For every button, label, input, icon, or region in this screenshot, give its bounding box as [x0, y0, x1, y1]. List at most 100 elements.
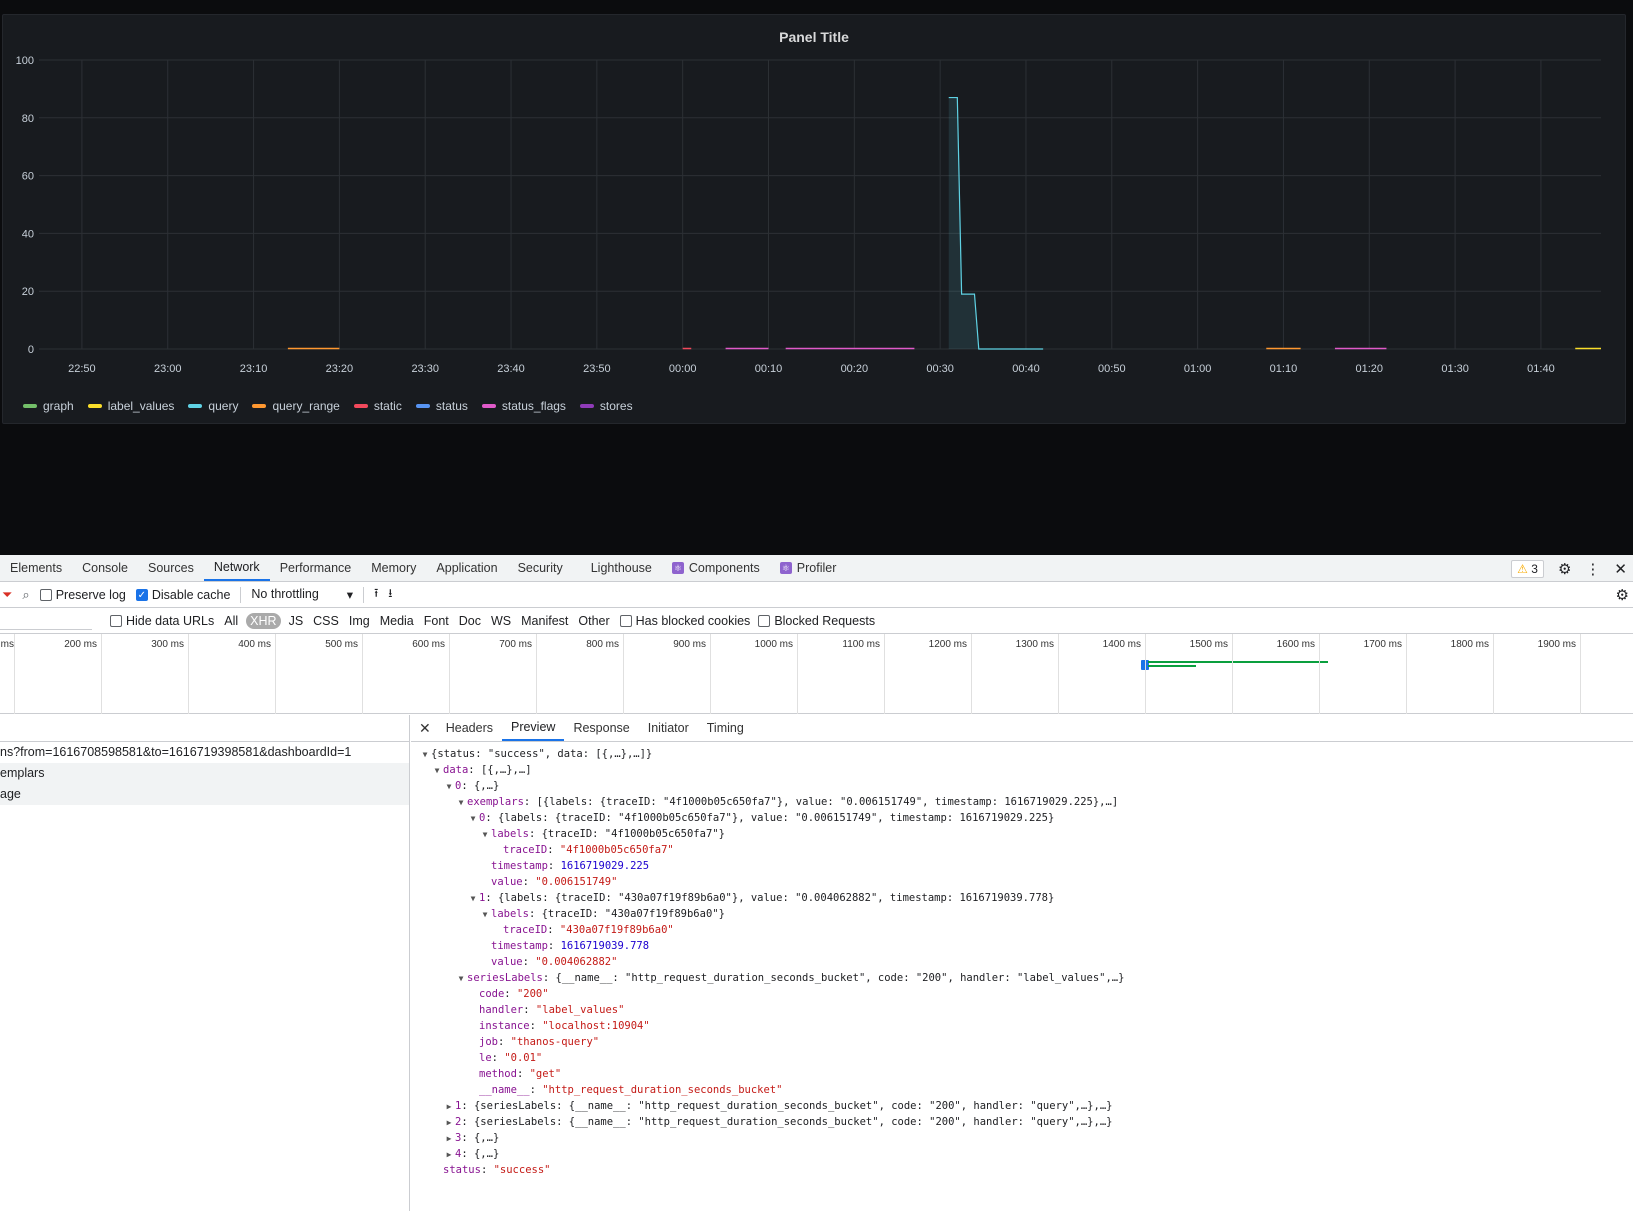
json-tree-line[interactable]: ▼ 1: {labels: {traceID: "430a07f19f89b6a0…	[411, 890, 1633, 906]
hide-data-urls-checkbox[interactable]: Hide data URLs	[110, 614, 214, 628]
detail-tab-timing[interactable]: Timing	[698, 715, 753, 741]
request-row[interactable]: ns?from=1616708598581&to=1616719398581&d…	[0, 742, 409, 763]
export-har-icon[interactable]: ⭳	[388, 584, 392, 605]
detail-tab-headers[interactable]: Headers	[437, 715, 502, 741]
throttling-value: No throttling	[251, 587, 319, 601]
timeline-label: 800 ms	[586, 639, 619, 650]
type-filter-js[interactable]: JS	[287, 613, 306, 629]
blocked-requests-checkbox[interactable]: Blocked Requests	[758, 614, 875, 628]
legend-swatch	[415, 404, 430, 408]
tab-lighthouse[interactable]: Lighthouse	[573, 555, 662, 581]
type-filter-img[interactable]: Img	[347, 613, 372, 629]
json-value: {labels: {traceID: "4f1000b05c650fa7"}, …	[497, 812, 1055, 824]
has-blocked-cookies-label: Has blocked cookies	[635, 613, 751, 628]
timeline-label: 1600 ms	[1276, 639, 1315, 650]
tab-sources[interactable]: Sources	[138, 555, 204, 581]
checkbox-checked-icon: ✓	[135, 588, 148, 601]
legend-item-label_values[interactable]: label_values	[87, 399, 174, 413]
type-filter-other[interactable]: Other	[576, 613, 611, 629]
json-tree-line: method: "get"	[411, 1066, 1633, 1082]
hide-data-urls-label: Hide data URLs	[126, 613, 215, 628]
json-tree-line[interactable]: ▼ exemplars: [{labels: {traceID: "4f1000b…	[411, 794, 1633, 810]
tab-components[interactable]: ⚛ Components	[662, 555, 770, 581]
close-devtools-icon[interactable]: ✕	[1614, 560, 1627, 578]
tab-performance[interactable]: Performance	[270, 555, 362, 581]
json-tree-line[interactable]: ▼ {status: "success", data: [{,…},…]}	[411, 746, 1633, 762]
legend-item-status_flags[interactable]: status_flags	[481, 399, 566, 413]
tab-application[interactable]: Application	[426, 555, 507, 581]
json-tree-line[interactable]: ▼ labels: {traceID: "430a07f19f89b6a0"}	[411, 906, 1633, 922]
json-tree-line[interactable]: ▼ data: [{,…},…]	[411, 762, 1633, 778]
json-tree-line[interactable]: ▼ labels: {traceID: "4f1000b05c650fa7"}	[411, 826, 1633, 842]
colon: :	[523, 1004, 536, 1016]
throttling-select[interactable]: No throttling ▾	[251, 587, 353, 602]
json-tree-line: traceID: "4f1000b05c650fa7"	[411, 842, 1633, 858]
legend-item-query[interactable]: query	[188, 399, 238, 413]
legend-item-static[interactable]: static	[353, 399, 402, 413]
request-row[interactable]: emplars	[0, 763, 409, 784]
tab-console[interactable]: Console	[72, 555, 138, 581]
x-tick-label: 23:00	[154, 363, 182, 375]
json-key: method	[479, 1068, 517, 1080]
legend-item-query_range[interactable]: query_range	[252, 399, 340, 413]
json-key: value	[491, 956, 523, 968]
json-tree-line: job: "thanos-query"	[411, 1034, 1633, 1050]
collapsed-triangle-icon: ▶	[446, 1102, 452, 1111]
type-filter-all[interactable]: All	[222, 613, 240, 629]
timeline-label: 1900 ms	[1537, 639, 1576, 650]
json-tree-line[interactable]: ▼ 0: {labels: {traceID: "4f1000b05c650fa7…	[411, 810, 1633, 826]
json-value: {__name__: "http_request_duration_second…	[555, 972, 1125, 984]
detail-tab-initiator[interactable]: Initiator	[639, 715, 698, 741]
type-filter-manifest[interactable]: Manifest	[519, 613, 570, 629]
colon: :	[468, 764, 481, 776]
json-tree-line[interactable]: ▼ 0: {,…}	[411, 778, 1633, 794]
json-tree-line[interactable]: ▼ seriesLabels: {__name__: "http_request_…	[411, 970, 1633, 986]
colon: :	[522, 876, 536, 888]
type-filter-xhr[interactable]: XHR	[246, 612, 281, 629]
type-filter-font[interactable]: Font	[422, 613, 451, 629]
tab-network[interactable]: Network	[203, 555, 270, 581]
tab-memory[interactable]: Memory	[361, 555, 426, 581]
tab-elements[interactable]: Elements	[0, 555, 72, 581]
preserve-log-checkbox[interactable]: Preserve log	[39, 588, 126, 602]
settings-gear-icon[interactable]: ⚙	[1558, 560, 1571, 578]
type-filter-css[interactable]: CSS	[311, 613, 341, 629]
filter-input[interactable]	[0, 611, 92, 630]
legend-item-status[interactable]: status	[415, 399, 468, 413]
warning-badge[interactable]: ⚠ 3	[1511, 559, 1544, 578]
network-overview-timeline[interactable]: ms 200 ms 300 ms 400 ms 500 ms 600 ms 700 ms 80…	[0, 634, 1633, 714]
json-value: "0.01"	[504, 1052, 543, 1064]
type-filter-doc[interactable]: Doc	[457, 613, 483, 629]
json-tree-line[interactable]: ▶ 2: {seriesLabels: {__name__: "http_requ…	[411, 1114, 1633, 1130]
has-blocked-cookies-checkbox[interactable]: Has blocked cookies	[619, 613, 751, 628]
json-tree-line[interactable]: ▶ 4: {,…}	[411, 1146, 1633, 1162]
detail-tab-response[interactable]: Response	[564, 715, 638, 741]
request-row[interactable]: age	[0, 784, 409, 805]
x-tick-label: 00:40	[1012, 363, 1040, 375]
filter-funnel-icon[interactable]: ⏷	[2, 587, 12, 603]
detail-tab-preview[interactable]: Preview	[501, 715, 565, 741]
tab-profiler[interactable]: ⚛ Profiler	[770, 555, 847, 581]
json-value: "0.006151749"	[535, 876, 618, 888]
type-filter-ws[interactable]: WS	[489, 613, 513, 629]
colon: :	[461, 780, 474, 792]
legend-label: query	[208, 399, 239, 413]
json-key: job	[479, 1036, 498, 1048]
import-har-icon[interactable]: ⭱	[374, 584, 378, 605]
json-tree-line[interactable]: ▶ 3: {,…}	[411, 1130, 1633, 1146]
colon: :	[504, 988, 517, 1000]
series-area-query	[948, 97, 1044, 349]
legend-item-graph[interactable]: graph	[23, 399, 74, 413]
tab-label: Profiler	[796, 561, 837, 575]
search-icon[interactable]: ⌕	[22, 587, 29, 603]
type-filter-media[interactable]: Media	[378, 613, 416, 629]
tab-security[interactable]: Security	[508, 555, 573, 581]
network-settings-icon[interactable]: ⚙	[1616, 586, 1629, 604]
close-detail-icon[interactable]: ✕	[419, 715, 437, 741]
json-tree-line[interactable]: ▶ 1: {seriesLabels: {__name__: "http_requ…	[411, 1098, 1633, 1114]
disable-cache-checkbox[interactable]: ✓ Disable cache	[135, 588, 230, 602]
more-options-icon[interactable]: ⋮	[1585, 560, 1600, 578]
json-key: __name__	[479, 1084, 530, 1096]
legend-item-stores[interactable]: stores	[579, 399, 633, 413]
timeline-gridline	[1145, 634, 1146, 714]
